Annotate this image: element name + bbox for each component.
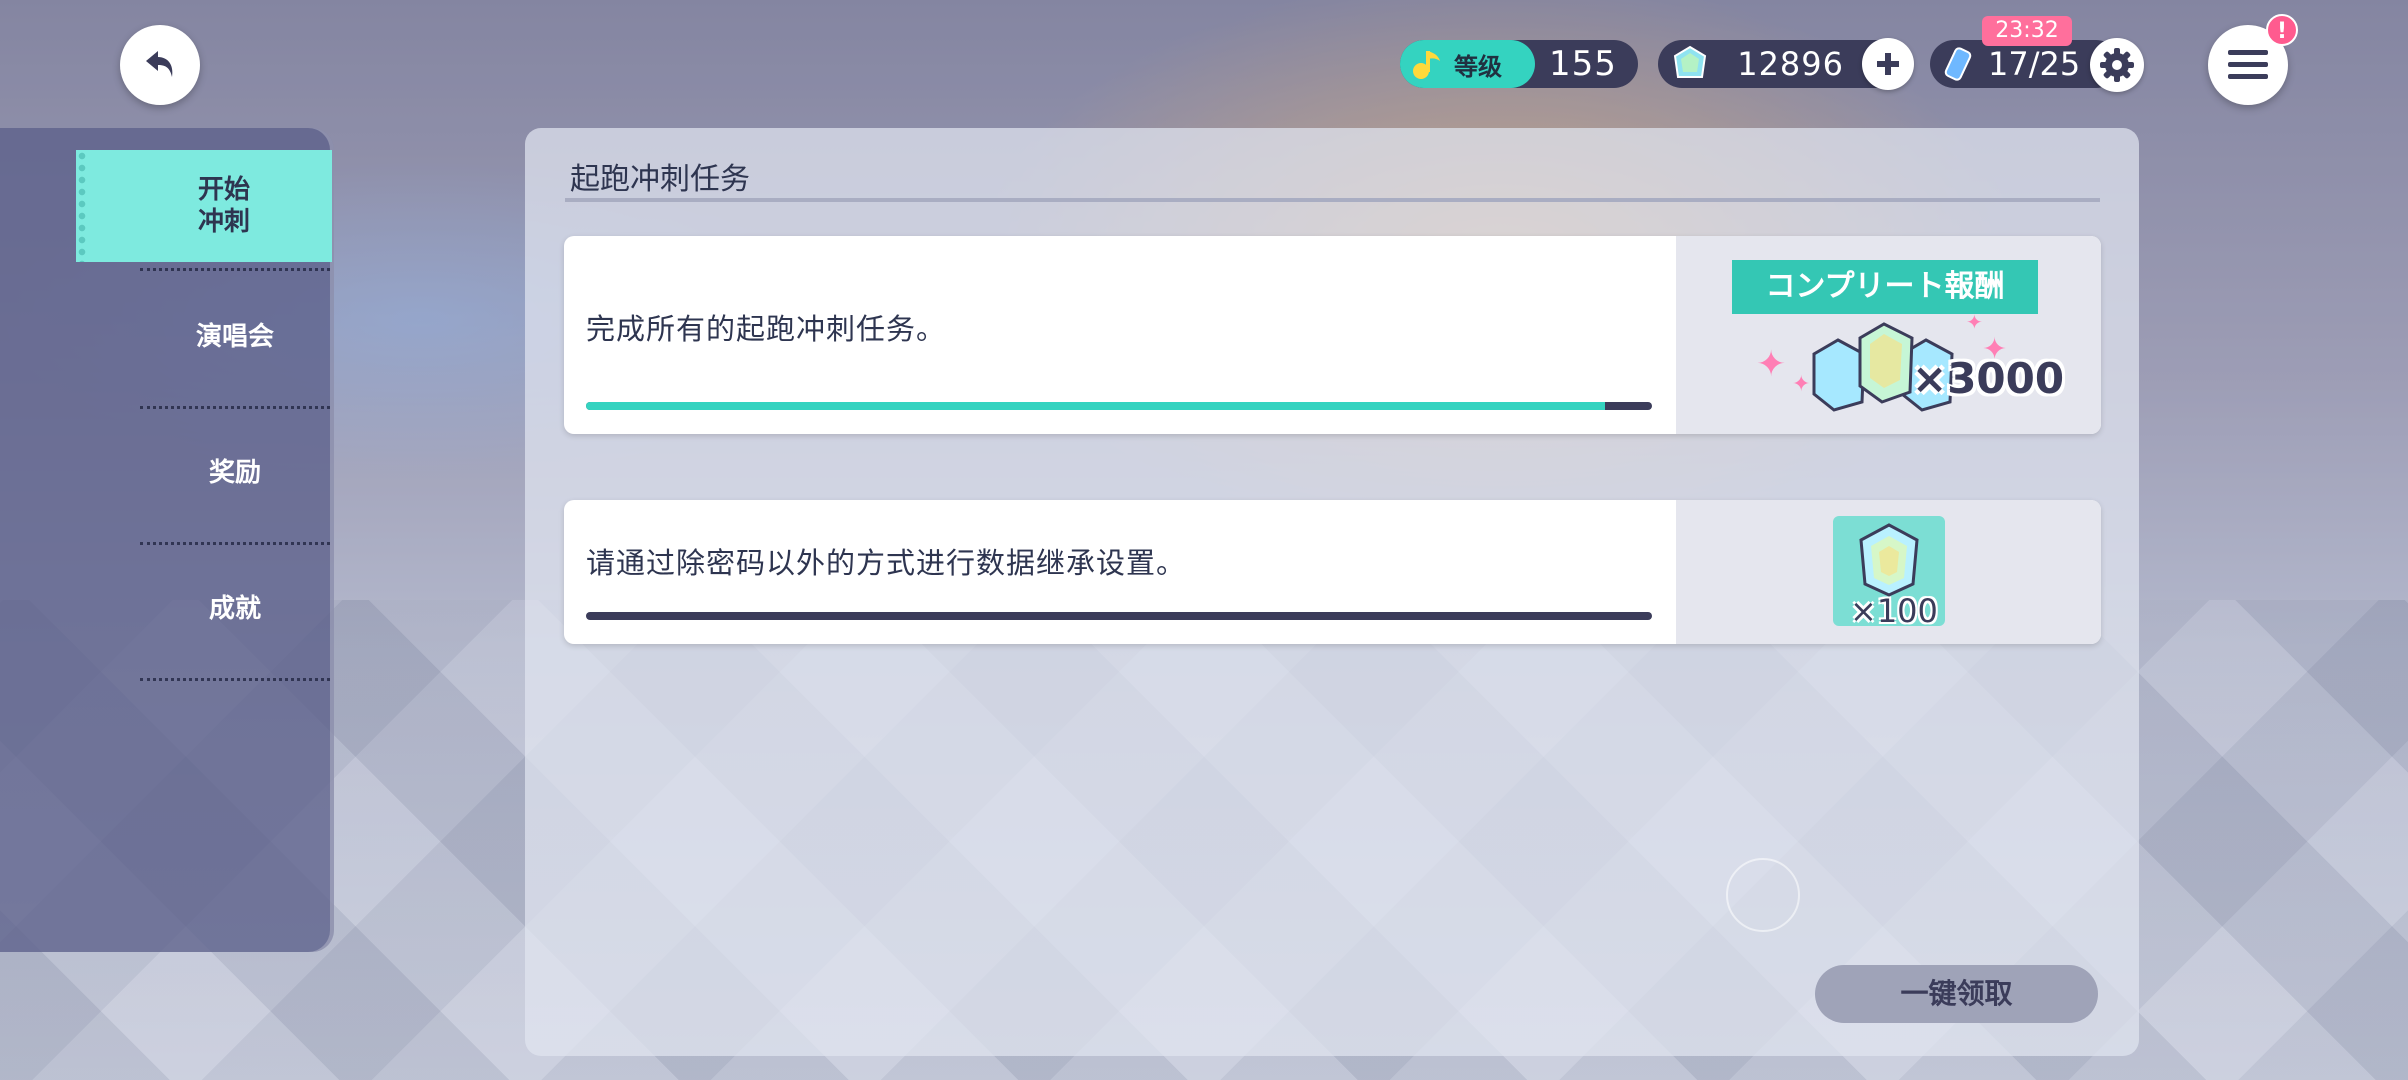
reward-quantity: ×100 — [1850, 592, 1938, 630]
sidebar-item-label: 开始 冲刺 — [197, 175, 250, 237]
mission-description: 请通过除密码以外的方式进行数据继承设置。 — [586, 546, 1187, 580]
menu-alert-badge: ! — [2266, 14, 2298, 46]
stamina-value: 17/25 — [1988, 45, 2081, 83]
sidebar-item-start-dash[interactable]: 开始 冲刺 — [76, 150, 332, 262]
touch-indicator — [1726, 858, 1800, 932]
divider — [140, 678, 330, 681]
back-arrow-icon — [146, 51, 173, 77]
rank-tag: 等级 — [1400, 40, 1535, 88]
settings-button[interactable] — [2090, 38, 2144, 92]
claim-all-button[interactable]: 一键领取 — [1815, 965, 2098, 1023]
hamburger-menu-icon — [2228, 50, 2268, 79]
mission-progress-bar — [586, 402, 1652, 410]
back-button[interactable] — [120, 25, 200, 105]
mission-description: 完成所有的起跑冲刺任务。 — [586, 312, 947, 346]
page-title: 起跑冲刺任务 — [570, 162, 750, 197]
title-underline — [565, 198, 2100, 202]
sidebar-item-rewards[interactable]: 奖励 — [140, 402, 330, 538]
mission-card[interactable]: 请通过除密码以外的方式进行数据继承设置。 ×100 — [564, 500, 2101, 644]
progress-fill — [586, 402, 1606, 410]
sidebar: 开始 冲刺 演唱会 奖励 成就 — [0, 128, 334, 952]
music-note-icon — [1413, 51, 1440, 79]
sparkle-icon: ✦ — [1756, 344, 1787, 385]
stamina-timer: 23:32 — [1982, 16, 2072, 46]
mission-reward: ×100 — [1676, 500, 2101, 644]
rank-label: 等级 — [1454, 52, 1502, 81]
rank-value: 155 — [1549, 44, 1617, 84]
rank-display: 等级 155 — [1400, 40, 1638, 88]
mission-reward: コンプリート報酬 ✦ ✦ ✦ ✦ ×3000 — [1676, 236, 2101, 434]
mission-progress-bar — [586, 612, 1652, 620]
sidebar-item-label: 成就 — [208, 593, 261, 624]
gems-display: 12896 — [1658, 38, 1914, 90]
sidebar-item-concert[interactable]: 演唱会 — [140, 266, 330, 402]
crystal-icon — [1673, 45, 1707, 78]
energy-drink-icon — [1944, 47, 1972, 81]
mission-card[interactable]: 完成所有的起跑冲刺任务。 コンプリート報酬 ✦ ✦ ✦ ✦ ×3000 — [564, 236, 2101, 434]
reward-quantity: ×3000 — [1912, 354, 2065, 403]
sidebar-item-label: 奖励 — [208, 457, 261, 488]
crystal-icon — [1859, 523, 1919, 597]
sidebar-item-label: 演唱会 — [195, 321, 274, 352]
gems-value: 12896 — [1737, 45, 1844, 83]
sidebar-item-achievements[interactable]: 成就 — [140, 538, 330, 674]
complete-reward-banner: コンプリート報酬 — [1714, 260, 2056, 324]
gear-icon — [2100, 48, 2134, 82]
plus-icon — [1877, 53, 1899, 75]
add-gems-button[interactable] — [1862, 38, 1914, 90]
